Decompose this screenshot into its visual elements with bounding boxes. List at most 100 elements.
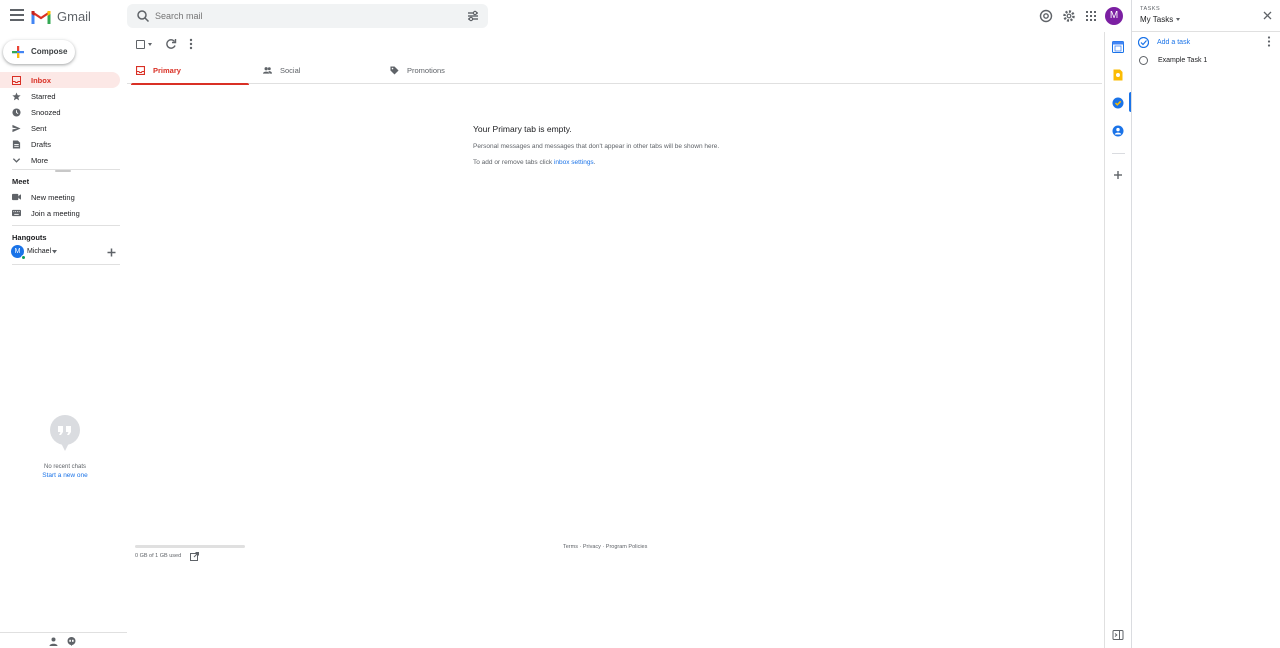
add-task-icon [1138,36,1149,48]
get-addons-icon[interactable] [1112,169,1124,181]
close-icon[interactable] [1263,11,1272,20]
scroll-indicator[interactable] [55,170,71,172]
keep-icon[interactable] [1112,69,1124,81]
inbox-icon [136,66,145,75]
clock-icon [12,108,21,117]
more-vert-icon[interactable] [185,38,197,50]
hangouts-chat-icon[interactable] [67,637,76,646]
select-options-icon[interactable] [148,43,152,46]
video-camera-icon [12,193,21,201]
add-contact-icon[interactable] [107,248,116,257]
start-chat-link[interactable]: Start a new one [25,472,105,479]
search-bar[interactable] [127,4,488,28]
empty-description: Personal messages and messages that don'… [473,143,720,150]
tasks-panel: TASKS My Tasks Add a task Example Task 1 [1131,0,1280,648]
tab-promotions[interactable]: Promotions [381,56,503,84]
gmail-logo[interactable]: Gmail [31,9,91,24]
caret-down-icon [1176,18,1181,21]
calendar-icon[interactable] [1112,41,1124,53]
sidebar-item-sent[interactable]: Sent [0,120,120,136]
add-task-label: Add a task [1157,38,1191,46]
draft-icon [12,140,21,149]
tab-label: Promotions [407,66,445,75]
task-complete-checkbox[interactable] [1139,55,1148,65]
storage-text: 0 GB of 1 GB used [135,553,182,559]
tasks-icon[interactable] [1112,97,1124,109]
storage-usage: 0 GB of 1 GB used [135,545,245,561]
tab-label: Primary [153,66,181,75]
inbox-settings-link[interactable]: inbox settings [554,159,594,166]
keyboard-icon [12,209,21,217]
sidebar-item-label: Sent [31,124,47,133]
empty-hint: To add or remove tabs click inbox settin… [473,159,793,166]
join-meeting-button[interactable]: Join a meeting [0,205,120,221]
tab-label: Social [280,66,301,75]
plus-icon [12,46,24,58]
account-avatar[interactable]: M [1105,7,1123,25]
hangouts-bottom-bar [0,632,127,648]
no-chats-text: No recent chats [43,464,87,470]
join-meeting-label: Join a meeting [31,209,80,218]
hangouts-heading: Hangouts [12,233,47,242]
apps-grid-icon[interactable] [1084,9,1098,23]
gmail-m-icon [31,10,51,24]
top-header: Gmail Search mail M [0,0,1131,32]
sidebar-item-more[interactable]: More [0,152,120,168]
refresh-icon[interactable] [165,38,177,50]
terms-link[interactable]: Terms [563,544,578,550]
inbox-icon [12,76,21,85]
new-meeting-label: New meeting [31,193,75,202]
new-meeting-button[interactable]: New meeting [0,189,120,205]
task-title[interactable]: Example Task 1 [1158,57,1207,64]
task-item[interactable]: Example Task 1 [1139,54,1207,66]
hide-side-panel-icon[interactable] [1112,629,1124,641]
sidebar-item-starred[interactable]: Starred [0,88,120,104]
gear-icon[interactable] [1062,9,1076,23]
tab-primary[interactable]: Primary [127,56,249,85]
tab-social[interactable]: Social [254,56,376,84]
tasks-divider [1132,31,1280,32]
search-options-icon[interactable] [466,9,480,23]
people-icon [263,67,272,74]
no-chats-panel: No recent chats Start a new one [25,415,105,479]
contacts-icon[interactable] [1112,125,1124,137]
empty-hint-suffix: . [593,159,596,166]
task-list-selector[interactable]: My Tasks [1140,15,1181,24]
tag-icon [390,66,399,75]
search-input[interactable] [155,8,455,24]
chevron-down-icon [12,158,21,163]
sidebar-item-label: More [31,156,49,165]
star-icon [12,92,21,101]
compose-button[interactable]: Compose [3,40,75,64]
chat-bubble-icon [50,415,80,451]
sidebar-nav: Inbox Starred Snoozed Sent Drafts More [0,72,120,168]
storage-bar [135,545,245,548]
sidebar-item-snoozed[interactable]: Snoozed [0,104,120,120]
online-status-icon [21,255,26,260]
program-policies-link[interactable]: Program Policies [606,544,648,550]
sidebar-item-drafts[interactable]: Drafts [0,136,120,152]
sidebar-item-inbox[interactable]: Inbox [0,72,120,88]
select-all-checkbox[interactable] [136,40,145,49]
person-icon[interactable] [49,637,58,646]
support-icon[interactable] [1039,9,1053,23]
task-list-name: My Tasks [1140,15,1174,24]
sidebar-item-label: Inbox [31,76,51,85]
meet-heading: Meet [12,177,30,186]
sidebar-divider [12,264,120,265]
add-task-button[interactable]: Add a task [1138,36,1190,48]
hangouts-user-name: Michael [27,248,52,255]
privacy-link[interactable]: Privacy [583,544,601,550]
empty-title: Your Primary tab is empty. [473,124,572,134]
sidebar-item-label: Drafts [31,140,52,149]
external-link-icon[interactable] [190,552,199,561]
main-menu-icon[interactable] [10,9,24,21]
search-icon[interactable] [136,9,150,23]
hangouts-user[interactable]: M Michael [10,244,120,260]
caret-down-icon[interactable] [52,250,57,254]
more-vert-icon[interactable] [1266,36,1272,47]
sidebar-item-label: Snoozed [31,108,61,117]
mail-toolbar [127,32,1102,56]
sidebar-item-label: Starred [31,92,56,101]
compose-label: Compose [31,47,68,56]
